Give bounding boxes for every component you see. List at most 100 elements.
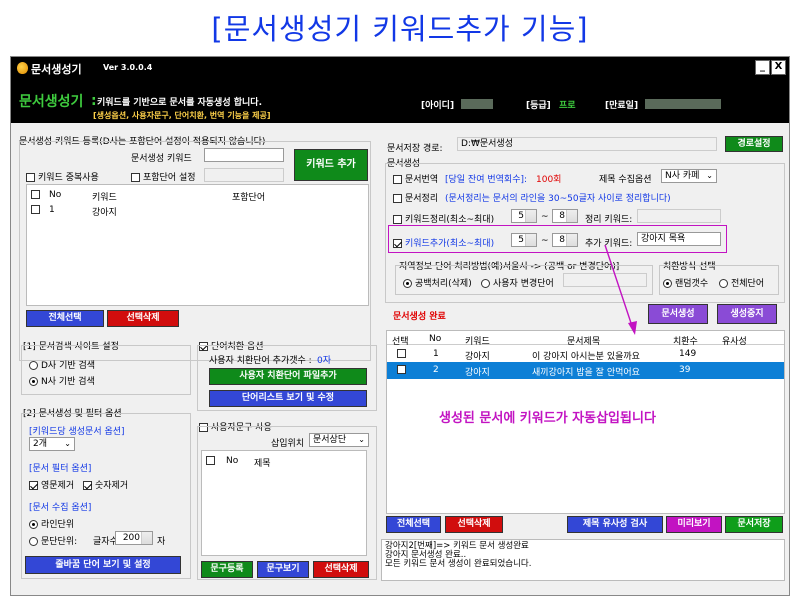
row-no: 2 — [433, 365, 439, 375]
phrase-register-button[interactable]: 문구등록 — [201, 561, 253, 578]
keyword-add-max-spinner[interactable]: 8 — [552, 233, 578, 247]
expire-value-redacted — [645, 99, 721, 109]
checkbox-box[interactable] — [393, 175, 402, 184]
app-name: 문서생성기 — [19, 94, 84, 110]
row-no: 1 — [49, 205, 55, 215]
row-checkbox[interactable] — [397, 349, 406, 358]
stop-button[interactable]: 생성중지 — [717, 304, 777, 324]
minimize-button[interactable]: _ — [755, 60, 770, 75]
grade-label: [등급] — [526, 101, 551, 111]
translate-checkbox[interactable]: 문서번역 — [393, 172, 438, 185]
include-word-input[interactable] — [204, 168, 284, 182]
site-d-label: D사 기반 검색 — [41, 361, 96, 371]
number-remove-checkbox[interactable]: 숫자제거 — [83, 478, 128, 491]
per-keyword-select[interactable]: 2개 ⌄ — [29, 437, 75, 451]
keyword-add-checkbox[interactable]: 키워드추가(최소~최대) — [393, 236, 494, 249]
generate-button[interactable]: 문서생성 — [648, 304, 708, 324]
doc-clean-info: (문서정리는 문서의 라인을 30~50글자 사이로 정리합니다) — [445, 194, 671, 204]
preview-button[interactable]: 미리보기 — [666, 516, 722, 533]
checkbox-box[interactable] — [393, 215, 402, 224]
char-count-spinner[interactable]: 200 — [115, 531, 153, 545]
clean-keyword-input[interactable] — [637, 209, 721, 223]
site-d-radio[interactable]: D사 기반 검색 — [29, 358, 95, 371]
checkbox-box[interactable] — [83, 481, 92, 490]
keyword-input-label: 문서생성 키워드 — [131, 154, 192, 164]
para-unit-label: 문단단위: — [41, 537, 78, 547]
char-count-value: 200 — [122, 533, 140, 543]
row-no: 1 — [433, 349, 439, 359]
radio-circle[interactable] — [403, 279, 412, 288]
checkbox-box[interactable] — [29, 481, 38, 490]
radio-circle[interactable] — [29, 520, 38, 529]
keyword-clean-label: 키워드정리(최소~최대) — [405, 215, 495, 225]
delete-selected-button[interactable]: 선택삭제 — [107, 310, 179, 327]
translate-info: [당일 잔여 번역회수]: — [445, 175, 528, 185]
line-unit-label: 라인단위 — [41, 520, 75, 530]
select-all-button[interactable]: 전체선택 — [26, 310, 104, 327]
add-keyword-input[interactable]: 강아지 목욕 — [637, 232, 721, 246]
row-count: 149 — [679, 349, 697, 359]
para-unit-radio[interactable]: 문단단위: — [29, 534, 77, 547]
site-n-radio[interactable]: N사 기반 검색 — [29, 374, 95, 387]
radio-circle[interactable] — [29, 361, 38, 370]
phrase-delete-button[interactable]: 선택삭제 — [313, 561, 369, 578]
keyword-clean-min-spinner[interactable]: 5 — [511, 209, 537, 223]
dup-keyword-checkbox[interactable]: 키워드 중복사용 — [26, 170, 99, 183]
keyword-input[interactable] — [204, 148, 284, 162]
include-word-checkbox[interactable]: 포함단어 설정 — [131, 170, 196, 183]
phrase-table: No 제목 — [201, 450, 367, 556]
line-unit-radio[interactable]: 라인단위 — [29, 517, 74, 530]
path-settings-button[interactable]: 경로설정 — [725, 136, 783, 152]
radio-circle[interactable] — [481, 279, 490, 288]
table-row[interactable]: 1 강아지 이 강아지 아시는분 있을까요 149 — [387, 346, 784, 362]
all-words-radio[interactable]: 전체단어 — [719, 276, 764, 289]
radio-circle[interactable] — [29, 537, 38, 546]
annotation-arrow-icon — [604, 244, 637, 335]
status-text: 문서생성 완료 — [393, 312, 446, 322]
select-all-checkbox[interactable] — [31, 190, 40, 199]
checkbox-box[interactable] — [393, 194, 402, 203]
checkbox-box[interactable] — [26, 173, 35, 182]
random-count-radio[interactable]: 랜덤갯수 — [663, 276, 708, 289]
select-all-results-button[interactable]: 전체선택 — [386, 516, 441, 533]
english-remove-checkbox[interactable]: 영문제거 — [29, 478, 74, 491]
replace-count-value: 0자 — [317, 356, 332, 366]
title-collect-select[interactable]: N사 카페 ⌄ — [661, 169, 717, 183]
region-user-radio[interactable]: 사용자 변경단어 — [481, 276, 554, 289]
row-checkbox[interactable] — [31, 205, 40, 214]
region-blank-radio[interactable]: 공백처리(삭제) — [403, 276, 472, 289]
app-window: 문서생성기 Ver 3.0.0.4 _ X 문서생성기 : 키워드를 기반으로 … — [10, 56, 790, 596]
table-row[interactable] — [31, 205, 43, 215]
results-table: 선택 No 키워드 문서제목 치환수 유사성 1 강아지 이 강아지 아시는분 … — [386, 330, 785, 514]
save-document-button[interactable]: 문서저장 — [725, 516, 783, 533]
replace-file-button[interactable]: 사용자 치환단어 파일추가 — [209, 368, 367, 385]
dup-keyword-label: 키워드 중복사용 — [38, 173, 99, 183]
chevron-down-icon: ⌄ — [358, 435, 365, 444]
select-all-checkbox[interactable] — [206, 456, 215, 465]
table-row-selected[interactable]: 2 강아지 새끼강아지 밥을 잘 안먹어요 39 — [387, 362, 784, 379]
keyword-clean-max-spinner[interactable]: 8 — [552, 209, 578, 223]
collect-opt-label: [문서 수집 옵션] — [29, 503, 92, 513]
similarity-check-button[interactable]: 제목 유사성 검사 — [567, 516, 663, 533]
delete-results-button[interactable]: 선택삭제 — [445, 516, 503, 533]
newline-word-button[interactable]: 줄바꿈 단어 보기 및 설정 — [25, 556, 181, 574]
insert-position-select[interactable]: 문서상단 ⌄ — [309, 433, 369, 447]
add-keyword-button[interactable]: 키워드 추가 — [294, 149, 368, 181]
char-suffix: 자 — [157, 537, 166, 547]
close-button[interactable]: X — [771, 60, 786, 75]
save-path-input[interactable]: D:₩문서생성 — [457, 137, 717, 151]
log-box[interactable]: 강아지2[번째]=> 키워드 문서 생성완료 강아지 문서생성 완료.. 모든 … — [381, 539, 785, 581]
radio-circle[interactable] — [663, 279, 672, 288]
keyword-clean-checkbox[interactable]: 키워드정리(최소~최대) — [393, 212, 494, 225]
doc-clean-checkbox[interactable]: 문서정리 — [393, 191, 438, 204]
radio-circle[interactable] — [719, 279, 728, 288]
replace-count-label: 사용자 치환단어 추가갯수 : — [209, 356, 312, 366]
checkbox-box[interactable] — [393, 239, 402, 248]
keyword-add-min: 5 — [518, 235, 524, 245]
radio-circle[interactable] — [29, 377, 38, 386]
phrase-view-button[interactable]: 문구보기 — [257, 561, 309, 578]
word-list-button[interactable]: 단어리스트 보기 및 수정 — [209, 390, 367, 407]
row-checkbox[interactable] — [397, 365, 406, 374]
keyword-add-min-spinner[interactable]: 5 — [511, 233, 537, 247]
checkbox-box[interactable] — [131, 173, 140, 182]
